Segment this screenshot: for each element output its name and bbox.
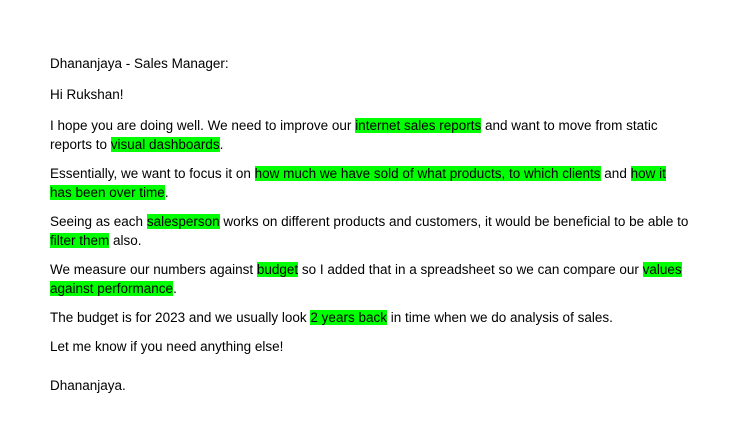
- highlight-internet-sales-reports: internet sales reports: [355, 118, 482, 133]
- paragraph-3-text-1: Seeing as each: [50, 214, 147, 229]
- highlight-budget: budget: [256, 262, 299, 277]
- highlight-salesperson: salesperson: [146, 214, 220, 229]
- highlight-2-years-back: 2 years back: [310, 310, 387, 325]
- paragraph-4-text-1: We measure our numbers against: [50, 262, 257, 277]
- paragraph-2: Essentially, we want to focus it on how …: [50, 164, 690, 202]
- paragraph-5: The budget is for 2023 and we usually lo…: [50, 308, 690, 327]
- closing-line: Let me know if you need anything else!: [50, 339, 284, 354]
- paragraph-2-text-1: Essentially, we want to focus it on: [50, 166, 255, 181]
- paragraph-1: I hope you are doing well. We need to im…: [50, 116, 690, 154]
- paragraph-4: We measure our numbers against budget so…: [50, 260, 690, 298]
- paragraph-2-text-3: .: [164, 185, 169, 200]
- paragraph-3-text-3: also.: [109, 233, 142, 248]
- paragraph-3-text-2: works on different products and customer…: [219, 214, 689, 229]
- paragraph-5-text-1: The budget is for 2023 and we usually lo…: [50, 310, 311, 325]
- paragraph-2-text-2: and: [600, 166, 631, 181]
- highlight-filter-them: filter them: [50, 233, 110, 248]
- paragraph-1-text-1: I hope you are doing well. We need to im…: [50, 118, 356, 133]
- paragraph-1-text-3: .: [219, 137, 224, 152]
- signature: Dhananjaya.: [50, 378, 126, 393]
- paragraph-5-text-2: in time when we do analysis of sales.: [386, 310, 613, 325]
- email-document: Dhananjaya - Sales Manager: Hi Rukshan! …: [50, 54, 690, 395]
- highlight-visual-dashboards: visual dashboards: [110, 137, 220, 152]
- paragraph-4-text-2: so I added that in a spreadsheet so we c…: [298, 262, 643, 277]
- paragraph-3: Seeing as each salesperson works on diff…: [50, 212, 690, 250]
- paragraph-4-text-3: .: [173, 281, 177, 296]
- highlight-sales-by-product-client: how much we have sold of what products, …: [254, 166, 601, 181]
- greeting: Hi Rukshan!: [50, 87, 124, 102]
- email-header: Dhananjaya - Sales Manager:: [50, 56, 229, 71]
